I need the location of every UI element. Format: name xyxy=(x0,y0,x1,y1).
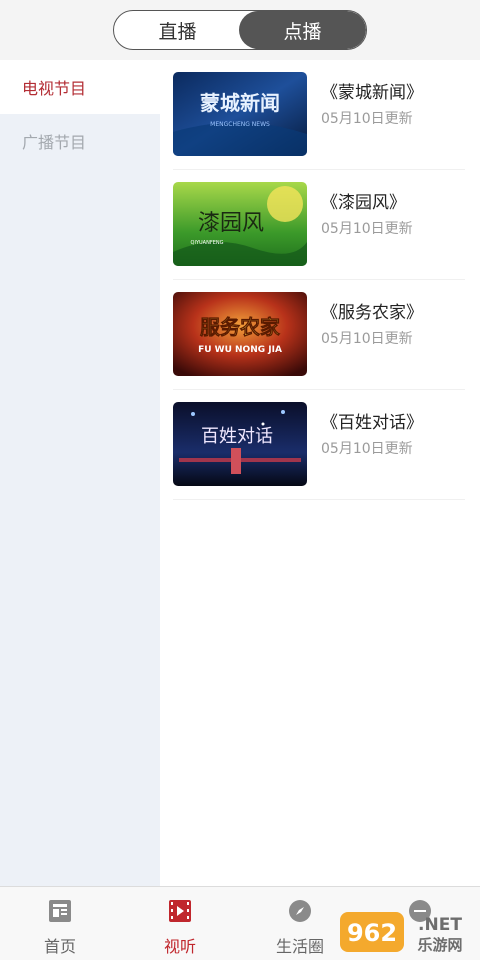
list-item[interactable]: 服务农家 FU WU NONG JIA 《服务农家》 05月10日更新 xyxy=(173,280,465,390)
program-updated: 05月10日更新 xyxy=(321,111,413,127)
tab-home[interactable]: 首页 xyxy=(0,887,120,960)
program-list: 蒙城新闻 MENGCHENG NEWS 《蒙城新闻》 05月10日更新 漆园风 … xyxy=(160,60,480,886)
program-thumbnail[interactable]: 百姓对话 xyxy=(173,402,307,486)
live-tab[interactable]: 直播 xyxy=(114,11,241,49)
thumb-subtitle-text: MENGCHENG NEWS xyxy=(210,121,270,128)
sidebar-item-radio[interactable]: 广播节目 xyxy=(0,114,160,168)
category-sidebar: 电视节目 广播节目 xyxy=(0,60,160,886)
program-title: 《服务农家》 xyxy=(321,303,423,323)
program-title: 《漆园风》 xyxy=(321,193,406,213)
tab-label: 首页 xyxy=(43,937,76,956)
tab-media[interactable]: 视听 xyxy=(120,887,240,960)
svg-text:962: 962 xyxy=(347,919,397,947)
program-thumbnail[interactable]: 服务农家 FU WU NONG JIA xyxy=(173,292,307,376)
tab-label: 视听 xyxy=(163,937,196,956)
program-title: 《百姓对话》 xyxy=(321,413,423,433)
thumb-title-text: 漆园风 xyxy=(198,211,264,236)
video-icon xyxy=(169,900,191,922)
program-thumbnail[interactable]: 漆园风 QIYUANFENG xyxy=(173,182,307,266)
svg-text:乐游网: 乐游网 xyxy=(417,936,462,954)
thumb-title-text: 蒙城新闻 xyxy=(200,91,280,115)
thumb-subtitle-text: QIYUANFENG xyxy=(191,240,224,246)
program-thumbnail[interactable]: 蒙城新闻 MENGCHENG NEWS xyxy=(173,72,307,156)
vod-tab[interactable]: 点播 xyxy=(239,11,366,49)
program-updated: 05月10日更新 xyxy=(321,441,413,457)
list-item[interactable]: 蒙城新闻 MENGCHENG NEWS 《蒙城新闻》 05月10日更新 xyxy=(173,60,465,170)
live-vod-switch: 直播 点播 xyxy=(113,10,367,50)
sidebar-item-tv[interactable]: 电视节目 xyxy=(0,60,160,114)
program-updated: 05月10日更新 xyxy=(321,221,413,237)
list-item[interactable]: 百姓对话 《百姓对话》 05月10日更新 xyxy=(173,390,465,500)
list-item[interactable]: 漆园风 QIYUANFENG 《漆园风》 05月10日更新 xyxy=(173,170,465,280)
watermark-logo: 962 .NET 乐游网 xyxy=(340,912,463,954)
svg-text:.NET: .NET xyxy=(418,915,462,935)
program-updated: 05月10日更新 xyxy=(321,331,413,347)
program-title: 《蒙城新闻》 xyxy=(321,83,423,103)
compass-icon xyxy=(289,900,311,922)
news-icon xyxy=(49,900,71,922)
thumb-title-text: 百姓对话 xyxy=(201,426,273,447)
top-bar: 直播 点播 xyxy=(0,0,480,60)
thumb-subtitle-text: FU WU NONG JIA xyxy=(198,345,282,355)
thumb-title-text: 服务农家 xyxy=(200,315,281,339)
